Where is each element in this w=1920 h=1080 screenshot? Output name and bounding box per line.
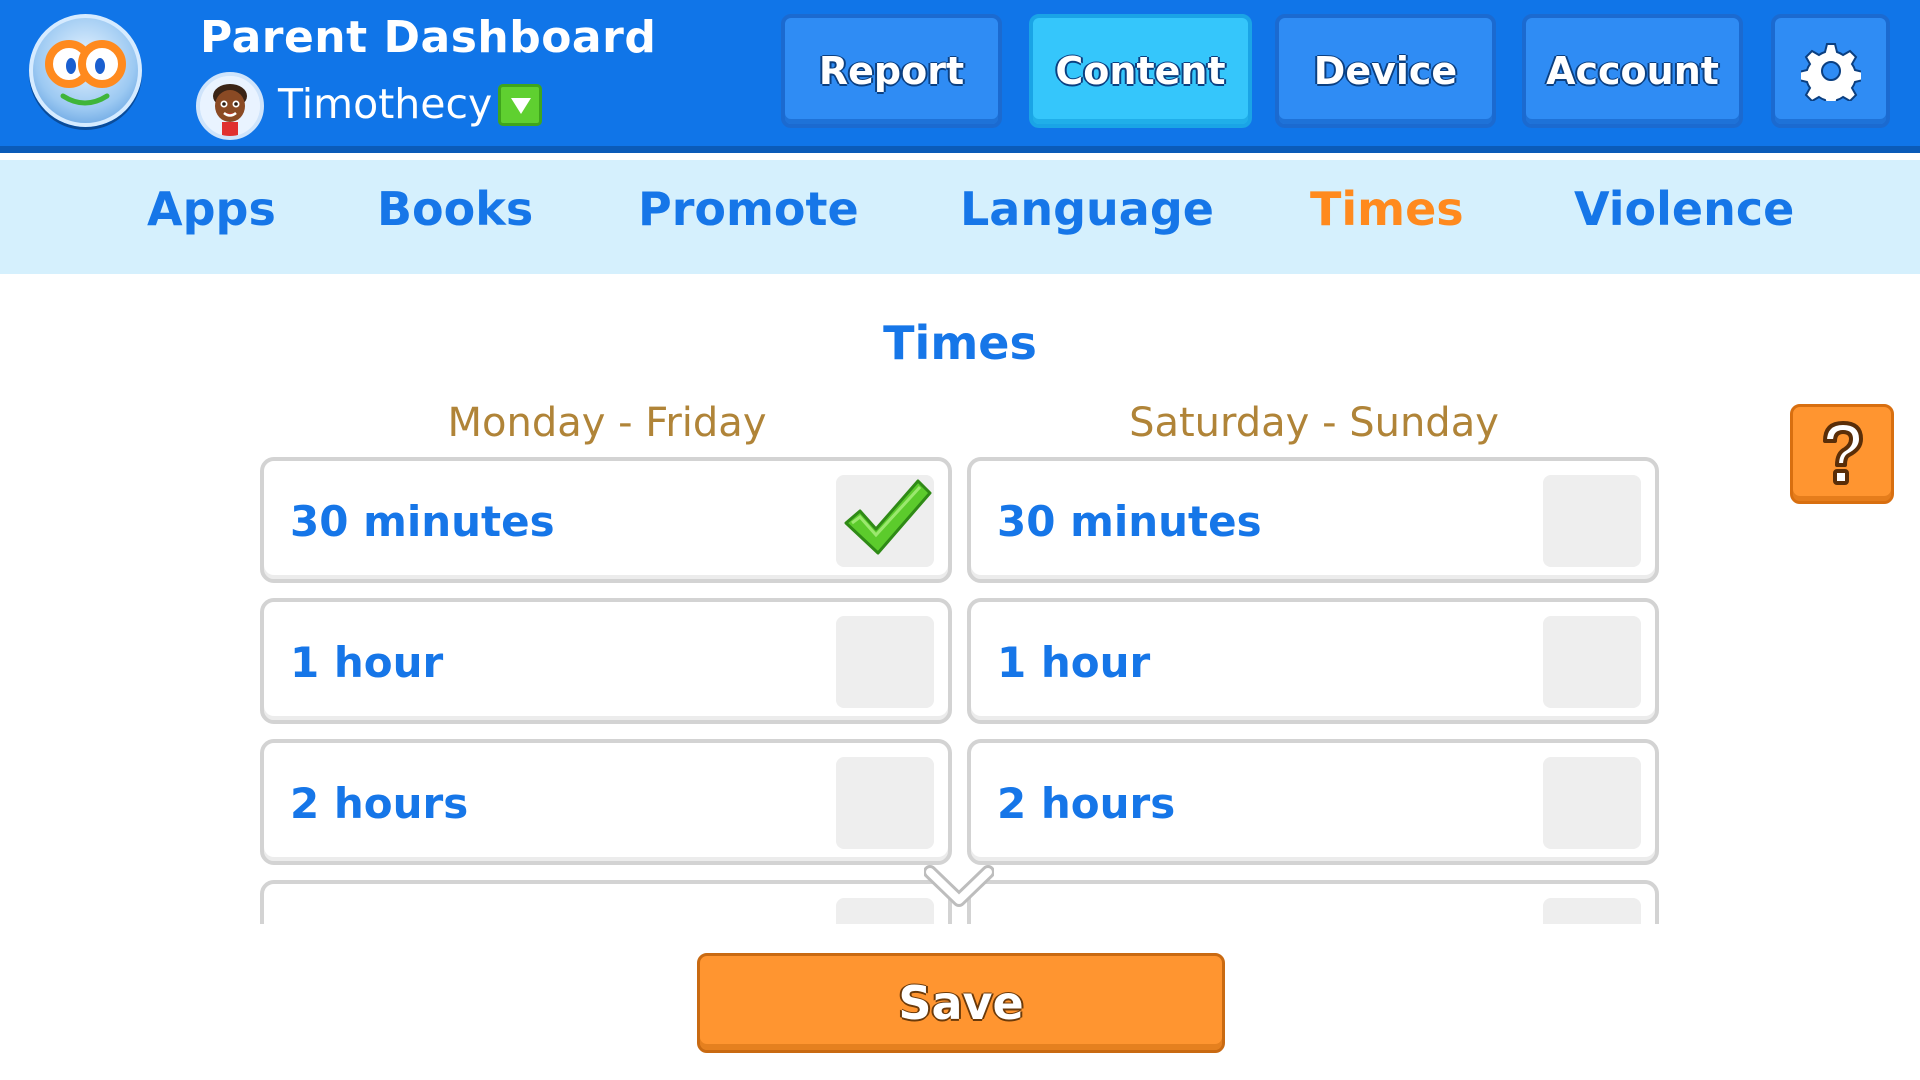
page-title: Times bbox=[883, 316, 1037, 370]
question-mark-icon bbox=[1823, 421, 1863, 485]
weekday-column-header: Monday - Friday bbox=[447, 400, 767, 446]
settings-button[interactable] bbox=[1771, 14, 1890, 128]
weekday-option-30-minutes[interactable]: 30 minutes bbox=[260, 457, 952, 583]
option-checkbox[interactable] bbox=[836, 757, 934, 849]
gear-icon bbox=[1800, 43, 1861, 101]
tab-apps[interactable]: Apps bbox=[147, 182, 276, 236]
top-header: Parent Dashboard Timothecy Report Conten… bbox=[0, 0, 1920, 153]
checkmark-icon bbox=[844, 479, 932, 555]
option-checkbox[interactable] bbox=[836, 898, 934, 924]
app-logo bbox=[29, 14, 142, 127]
tab-language[interactable]: Language bbox=[960, 182, 1214, 236]
dashboard-title: Parent Dashboard bbox=[200, 12, 657, 63]
tab-promote[interactable]: Promote bbox=[638, 182, 859, 236]
option-checkbox[interactable] bbox=[1543, 898, 1641, 924]
option-checkbox[interactable] bbox=[1543, 475, 1641, 567]
weekday-option-partial[interactable] bbox=[260, 880, 952, 924]
device-button[interactable]: Device bbox=[1275, 14, 1496, 128]
option-label: 2 hours bbox=[997, 779, 1176, 828]
option-label: 30 minutes bbox=[997, 497, 1262, 546]
save-button[interactable]: Save bbox=[697, 953, 1225, 1053]
report-button[interactable]: Report bbox=[781, 14, 1002, 128]
account-button[interactable]: Account bbox=[1522, 14, 1743, 128]
time-options-list[interactable]: 30 minutes 1 hour 2 hours 30 minutes 1 h… bbox=[255, 452, 1665, 924]
help-button[interactable] bbox=[1790, 404, 1894, 504]
tab-books[interactable]: Books bbox=[377, 182, 533, 236]
option-checkbox[interactable] bbox=[836, 616, 934, 708]
scroll-down-chevron-icon[interactable] bbox=[923, 862, 995, 912]
content-button[interactable]: Content bbox=[1029, 14, 1252, 128]
option-label: 1 hour bbox=[997, 638, 1151, 687]
option-checkbox[interactable] bbox=[1543, 757, 1641, 849]
child-avatar[interactable] bbox=[196, 72, 264, 140]
weekend-option-30-minutes[interactable]: 30 minutes bbox=[967, 457, 1659, 583]
weekday-option-2-hours[interactable]: 2 hours bbox=[260, 739, 952, 865]
tab-times[interactable]: Times bbox=[1310, 182, 1464, 236]
option-label: 1 hour bbox=[290, 638, 444, 687]
weekend-option-partial[interactable] bbox=[967, 880, 1659, 924]
weekday-option-1-hour[interactable]: 1 hour bbox=[260, 598, 952, 724]
triangle-down-icon bbox=[511, 98, 531, 114]
weekend-option-1-hour[interactable]: 1 hour bbox=[967, 598, 1659, 724]
tab-violence[interactable]: Violence bbox=[1574, 182, 1794, 236]
child-name[interactable]: Timothecy bbox=[278, 80, 492, 128]
content-category-tabs: Apps Books Promote Language Times Violen… bbox=[0, 160, 1920, 274]
option-checkbox[interactable] bbox=[836, 475, 934, 567]
child-switch-dropdown[interactable] bbox=[498, 84, 542, 126]
option-label: 30 minutes bbox=[290, 497, 555, 546]
weekend-column-header: Saturday - Sunday bbox=[1129, 400, 1499, 446]
option-label: 2 hours bbox=[290, 779, 469, 828]
weekend-option-2-hours[interactable]: 2 hours bbox=[967, 739, 1659, 865]
option-checkbox[interactable] bbox=[1543, 616, 1641, 708]
